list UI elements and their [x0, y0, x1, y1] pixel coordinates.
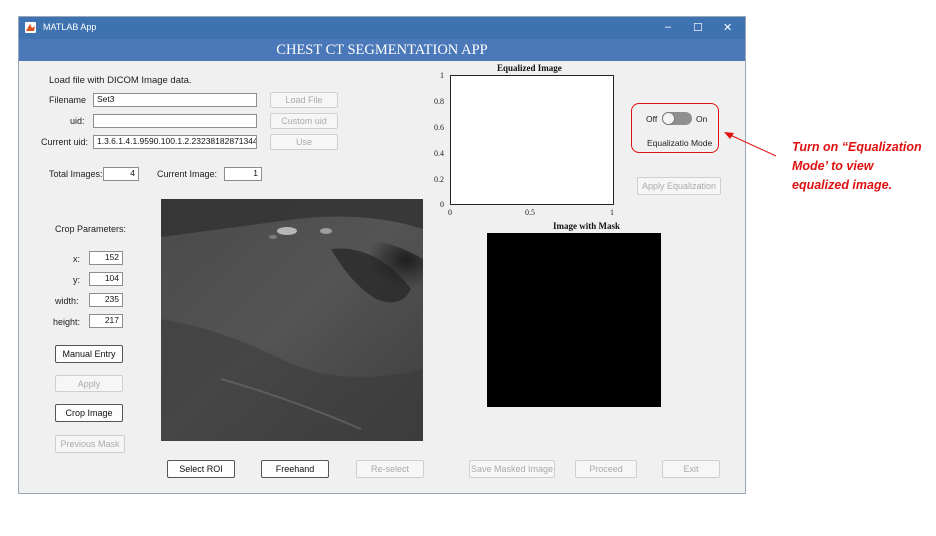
crop-height-label: height: [53, 317, 81, 327]
current-uid-field: 1.3.6.1.4.1.9590.100.1.2.23238182871344 [93, 135, 257, 149]
mask-plot-title: Image with Mask [553, 221, 620, 231]
current-image-label: Current Image: [157, 169, 218, 179]
matlab-logo-icon [25, 22, 36, 33]
crop-width-label: width: [55, 296, 79, 306]
annotation-line-1: Turn on “Equalization [792, 140, 922, 154]
crop-y-label: y: [73, 275, 81, 285]
y-tick-label: 0 [440, 200, 444, 209]
crop-image-button[interactable]: Crop Image [55, 404, 123, 422]
annotation-line-3: equalized image. [792, 178, 893, 192]
apply-equalization-button[interactable]: Apply Equalization [637, 177, 721, 195]
load-file-button[interactable]: Load File [270, 92, 338, 108]
ct-scan-image[interactable] [161, 199, 423, 441]
total-images-label: Total Images: [49, 169, 103, 179]
select-roi-button[interactable]: Select ROI [167, 460, 235, 478]
maximize-icon[interactable]: ☐ [693, 21, 703, 34]
app-window: MATLAB App – ☐ ✕ CHEST CT SEGMENTATION A… [18, 16, 746, 494]
switch-off-label: Off [646, 114, 658, 124]
title-bar: MATLAB App – ☐ ✕ [19, 17, 745, 39]
crop-parameters-title: Crop Parameters: [55, 224, 127, 234]
toggle-knob [662, 112, 675, 125]
filename-field[interactable]: Set3 [93, 93, 257, 107]
uid-field[interactable] [93, 114, 257, 128]
equalization-mode-label: Equalizatio Mode [647, 138, 713, 148]
minimize-icon[interactable]: – [665, 21, 671, 33]
previous-mask-button[interactable]: Previous Mask [55, 435, 125, 453]
equalized-plot-axes [450, 75, 614, 205]
manual-entry-button[interactable]: Manual Entry [55, 345, 123, 363]
crop-x-label: x: [73, 254, 81, 264]
uid-label: uid: [70, 116, 85, 126]
app-header: CHEST CT SEGMENTATION APP [19, 39, 745, 61]
y-tick-label: 0.2 [434, 175, 444, 184]
x-tick-label: 0 [448, 208, 452, 217]
equalized-plot-title: Equalized Image [497, 63, 562, 73]
total-images-field: 4 [103, 167, 139, 181]
switch-on-label: On [696, 114, 708, 124]
proceed-button[interactable]: Proceed [575, 460, 637, 478]
reselect-button[interactable]: Re-select [356, 460, 424, 478]
crop-y-field[interactable]: 104 [89, 272, 123, 286]
crop-width-field[interactable]: 235 [89, 293, 123, 307]
apply-button[interactable]: Apply [55, 375, 123, 392]
current-uid-label: Current uid: [41, 137, 89, 147]
exit-button[interactable]: Exit [662, 460, 720, 478]
y-tick-label: 0.8 [434, 97, 444, 106]
close-icon[interactable]: ✕ [723, 21, 732, 34]
save-masked-image-button[interactable]: Save Masked Image [469, 460, 555, 478]
y-tick-label: 0.6 [434, 123, 444, 132]
masked-image [487, 233, 661, 407]
current-image-field: 1 [224, 167, 262, 181]
crop-x-field[interactable]: 152 [89, 251, 123, 265]
annotation-line-2: Mode’ to view [792, 159, 874, 173]
load-instruction: Load file with DICOM Image data. [49, 75, 192, 86]
custom-uid-button[interactable]: Custom uid [270, 113, 338, 129]
freehand-button[interactable]: Freehand [261, 460, 329, 478]
annotation-arrow-icon [724, 132, 777, 157]
filename-label: Filename [49, 95, 87, 105]
equalization-toggle-switch[interactable] [662, 112, 692, 125]
crop-height-field[interactable]: 217 [89, 314, 123, 328]
x-tick-label: 0.5 [525, 208, 535, 217]
y-tick-label: 0.4 [434, 149, 444, 158]
use-button[interactable]: Use [270, 134, 338, 150]
x-tick-label: 1 [610, 208, 614, 217]
y-tick-label: 1 [440, 71, 444, 80]
window-title: MATLAB App [43, 22, 97, 32]
